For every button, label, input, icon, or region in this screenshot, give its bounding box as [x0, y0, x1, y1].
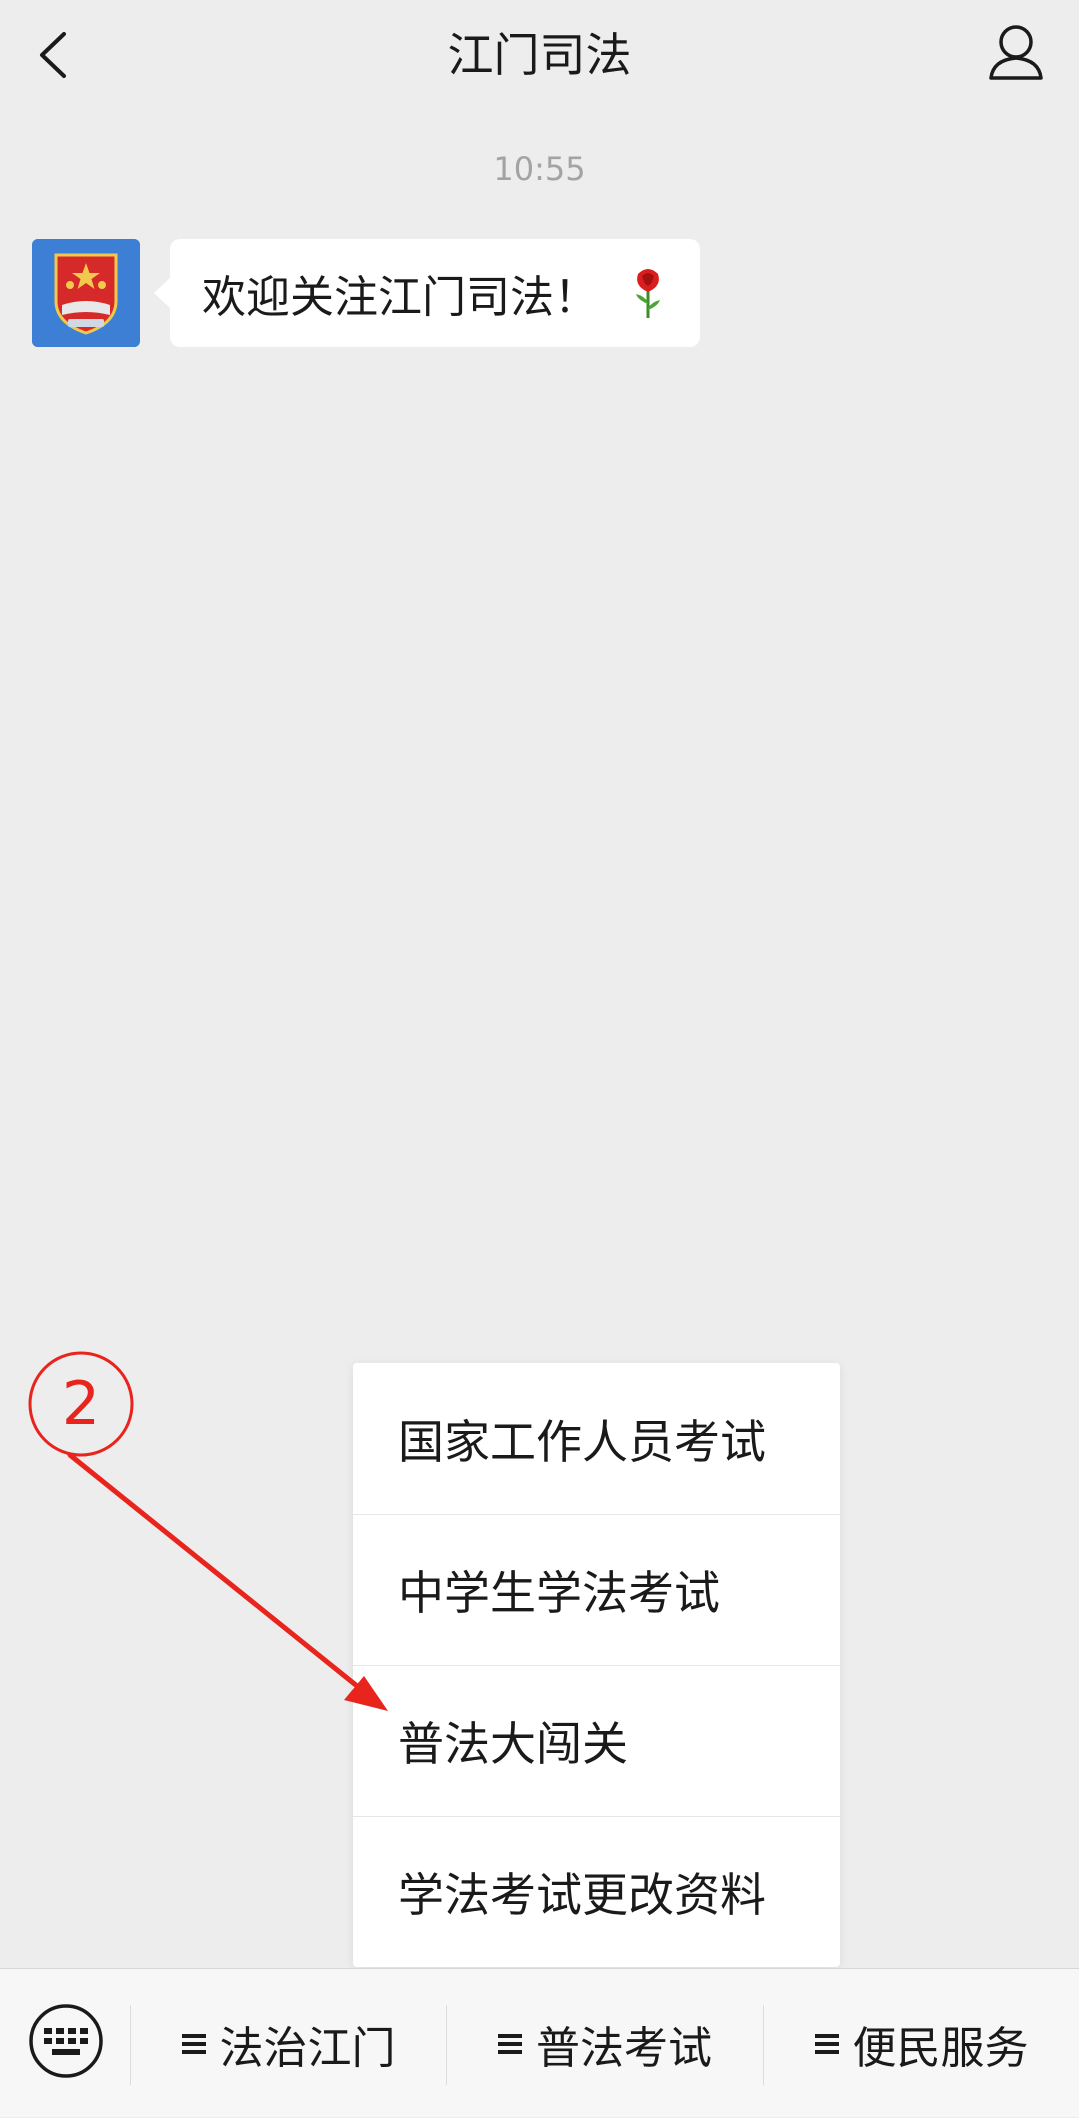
message-timestamp: 10:55: [493, 150, 586, 188]
menu-public-services[interactable]: 便民服务: [764, 1969, 1079, 2118]
chevron-left-icon: [40, 32, 66, 78]
keyboard-toggle-button[interactable]: [28, 2003, 104, 2079]
menu-icon: [814, 2032, 839, 2056]
menu-label: 法治江门: [219, 2022, 396, 2074]
profile-button[interactable]: [981, 20, 1051, 90]
justice-emblem-icon: [32, 239, 140, 347]
submenu-item-student-law-exam[interactable]: 中学生学法考试: [353, 1514, 840, 1665]
message-bubble[interactable]: 欢迎关注江门司法！: [170, 239, 700, 347]
step-number: 2: [61, 1369, 101, 1439]
menu-icon: [181, 2032, 206, 2056]
menu-law-exam[interactable]: 普法考试: [447, 1969, 763, 2118]
rose-icon: [636, 269, 660, 318]
bottom-menu-bar: 法治江门 普法考试 便民服务: [0, 1968, 1079, 2117]
menu-label: 普法考试: [536, 2022, 712, 2074]
person-icon: [989, 25, 1043, 80]
message-text: 欢迎关注江门司法！: [202, 272, 598, 323]
submenu-item-civil-servant-exam[interactable]: 国家工作人员考试: [353, 1363, 840, 1514]
keyboard-icon: [29, 2004, 103, 2078]
menu-label: 便民服务: [852, 2022, 1029, 2074]
nav-bar: 江门司法: [0, 0, 1079, 110]
submenu-item-law-challenge[interactable]: 普法大闯关: [353, 1665, 840, 1816]
submenu-popup: 国家工作人员考试 中学生学法考试 普法大闯关 学法考试更改资料: [353, 1363, 840, 1967]
page-title: 江门司法: [447, 28, 632, 82]
account-avatar[interactable]: [32, 239, 140, 347]
menu-icon: [498, 2032, 522, 2056]
bubble-tail: [154, 278, 170, 308]
submenu-item-update-info[interactable]: 学法考试更改资料: [353, 1816, 840, 1967]
menu-law-jiangmen[interactable]: 法治江门: [131, 1969, 446, 2118]
back-button[interactable]: [28, 22, 84, 88]
